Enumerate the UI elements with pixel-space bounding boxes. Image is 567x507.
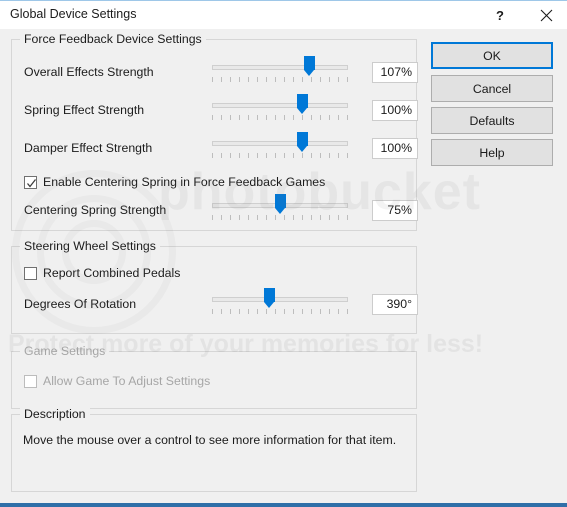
checkbox-enable-centering-spring[interactable]: Enable Centering Spring in Force Feedbac…: [24, 175, 325, 189]
slider-spring-effect-strength[interactable]: [212, 94, 348, 125]
ok-button[interactable]: OK: [431, 42, 553, 69]
label-spring-effect-strength: Spring Effect Strength: [24, 103, 145, 117]
slider-ticks: [212, 115, 348, 120]
slider-track[interactable]: [212, 65, 348, 70]
label-degrees-of-rotation: Degrees Of Rotation: [24, 297, 137, 311]
checkbox-label: Report Combined Pedals: [43, 266, 181, 280]
slider-ticks: [212, 215, 348, 220]
slider-overall-effects-strength[interactable]: [212, 56, 348, 87]
checkmark-icon: [27, 178, 37, 188]
group-force-feedback-device-settings: Force Feedback Device Settings Overall E…: [11, 32, 418, 231]
slider-centering-spring-strength[interactable]: [212, 194, 348, 225]
checkbox-box: [24, 374, 37, 388]
group-game-settings: Game Settings Allow Game To Adjust Setti…: [11, 344, 417, 409]
close-icon[interactable]: [531, 1, 561, 29]
checkbox-label: Enable Centering Spring in Force Feedbac…: [43, 175, 326, 189]
group-title-steering-wheel: Steering Wheel Settings: [20, 239, 160, 253]
group-title-description: Description: [20, 407, 90, 421]
slider-thumb[interactable]: [264, 288, 276, 309]
slider-thumb[interactable]: [296, 132, 308, 153]
group-description: Description Move the mouse over a contro…: [11, 407, 417, 492]
label-damper-effect-strength: Damper Effect Strength: [24, 141, 153, 155]
label-overall-effects-strength: Overall Effects Strength: [24, 65, 154, 79]
checkbox-box[interactable]: [24, 266, 37, 280]
description-text: Move the mouse over a control to see mor…: [23, 433, 397, 447]
help-button[interactable]: Help: [431, 139, 553, 166]
value-centering-spring-strength: 75%: [372, 200, 418, 221]
group-steering-wheel-settings: Steering Wheel Settings Report Combined …: [11, 239, 418, 334]
checkbox-allow-game-to-adjust-settings: Allow Game To Adjust Settings: [24, 374, 210, 388]
group-title-force-feedback: Force Feedback Device Settings: [20, 32, 206, 46]
slider-track[interactable]: [212, 141, 348, 146]
checkbox-report-combined-pedals[interactable]: Report Combined Pedals: [24, 266, 180, 280]
question-mark-icon[interactable]: ?: [485, 1, 515, 29]
value-damper-effect-strength: 100%: [372, 138, 418, 159]
slider-track[interactable]: [212, 103, 348, 108]
value-spring-effect-strength: 100%: [372, 100, 418, 121]
slider-thumb[interactable]: [296, 94, 308, 115]
value-degrees-of-rotation: 390°: [372, 294, 418, 315]
slider-ticks: [212, 77, 348, 82]
slider-degrees-of-rotation[interactable]: [212, 288, 348, 319]
slider-ticks: [212, 153, 348, 158]
slider-thumb[interactable]: [303, 56, 315, 77]
group-title-game-settings: Game Settings: [20, 344, 110, 358]
value-overall-effects-strength: 107%: [372, 62, 418, 83]
title-bar: Global Device Settings ?: [0, 0, 567, 29]
cancel-button[interactable]: Cancel: [431, 75, 553, 102]
checkbox-box[interactable]: [24, 175, 37, 189]
window-bottom-accent-bar: [0, 503, 567, 507]
checkbox-label: Allow Game To Adjust Settings: [43, 374, 211, 388]
defaults-button[interactable]: Defaults: [431, 107, 553, 134]
window-title: Global Device Settings: [10, 7, 137, 21]
slider-thumb[interactable]: [275, 194, 286, 215]
slider-ticks: [212, 309, 348, 314]
dialog-client-area: Force Feedback Device Settings Overall E…: [0, 29, 567, 503]
global-device-settings-dialog: Global Device Settings ? Force Feedback …: [0, 0, 567, 507]
label-centering-spring-strength: Centering Spring Strength: [24, 203, 167, 217]
slider-track[interactable]: [212, 297, 348, 302]
slider-damper-effect-strength[interactable]: [212, 132, 348, 163]
